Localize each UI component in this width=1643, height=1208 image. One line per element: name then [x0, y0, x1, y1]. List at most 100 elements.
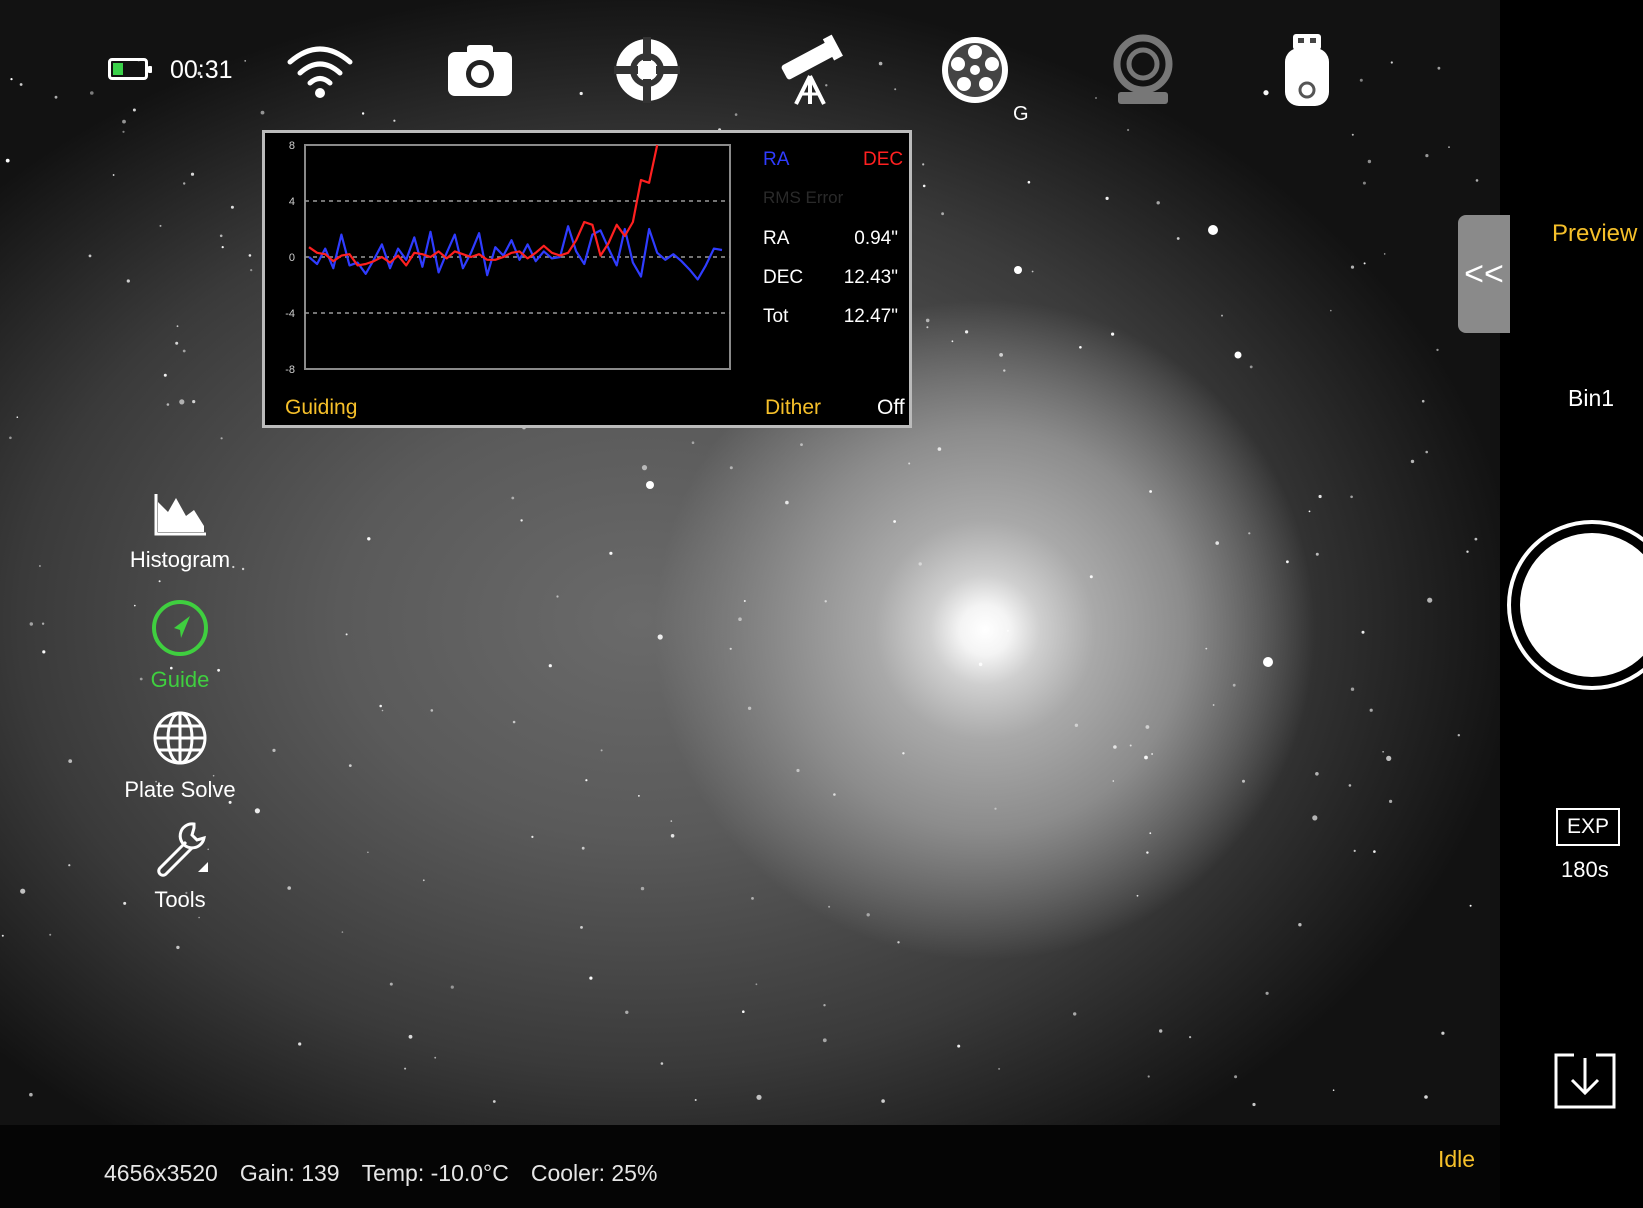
star [893, 520, 896, 523]
star [254, 808, 260, 814]
series-line-dec [308, 144, 659, 267]
star [1147, 1075, 1150, 1078]
guide-label: Guide [150, 667, 210, 692]
usb-storage-icon[interactable] [1262, 20, 1352, 120]
star [1265, 991, 1269, 995]
bright-star [1263, 657, 1273, 667]
star [1105, 196, 1109, 200]
gain-readout: Gain: 139 [239, 1160, 340, 1186]
wifi-icon[interactable] [275, 20, 365, 120]
star [1361, 630, 1365, 634]
star [866, 913, 870, 917]
star [1427, 597, 1433, 603]
star [1436, 348, 1439, 352]
star [367, 537, 371, 541]
star [640, 886, 645, 891]
star [1448, 146, 1450, 149]
star [581, 846, 585, 850]
star [1332, 1089, 1335, 1091]
star [176, 945, 180, 950]
capture-mode-preview[interactable]: Preview [1552, 220, 1637, 248]
star [122, 130, 125, 133]
chevron-double-left-icon: << [1464, 254, 1504, 293]
star [1151, 753, 1153, 755]
star [38, 565, 41, 567]
star [20, 888, 26, 894]
rms-row-dec: DEC 12.43" [763, 267, 898, 289]
histogram-button[interactable]: Histogram [110, 490, 250, 573]
star [691, 441, 695, 445]
star [1129, 744, 1132, 747]
star [1113, 745, 1117, 749]
star [1136, 894, 1139, 897]
wrench-icon [157, 822, 208, 877]
guide-camera-icon[interactable] [1098, 20, 1188, 120]
star [833, 793, 836, 796]
star [248, 254, 252, 257]
star [1089, 575, 1093, 579]
star [1146, 851, 1149, 854]
star [823, 1004, 826, 1007]
telescope-mount-icon[interactable] [765, 20, 855, 120]
dither-label[interactable]: Dither [765, 396, 821, 420]
rms-dec-value: 12.43" [843, 267, 898, 288]
star [1234, 1075, 1238, 1079]
star [367, 851, 369, 854]
star [198, 916, 200, 919]
histogram-icon [154, 494, 206, 536]
star [1330, 309, 1332, 312]
guide-button[interactable]: Guide [110, 598, 250, 693]
star [1221, 314, 1223, 317]
star [341, 931, 344, 933]
star [158, 580, 161, 583]
star [1474, 537, 1478, 541]
binning-selector[interactable]: Bin1 [1568, 385, 1614, 412]
star [1315, 552, 1319, 556]
focus-crosshair-icon[interactable] [602, 20, 692, 120]
star [5, 158, 10, 163]
globe-icon [153, 711, 207, 765]
star [585, 779, 588, 782]
star [925, 318, 930, 323]
star [159, 224, 162, 227]
star [908, 462, 911, 465]
star [694, 1099, 697, 1101]
star [381, 709, 384, 712]
download-icon[interactable] [1552, 1052, 1618, 1110]
star [747, 706, 752, 710]
exposure-label: EXP [1566, 815, 1610, 838]
star [1298, 923, 1302, 927]
star [1348, 784, 1352, 787]
star [190, 172, 195, 176]
star [922, 163, 925, 166]
star [1212, 704, 1215, 706]
star [600, 749, 603, 752]
star [657, 634, 663, 640]
filter-wheel-badge: G [1013, 103, 1029, 125]
star [556, 595, 559, 598]
bright-star [1014, 266, 1022, 274]
star [219, 234, 223, 238]
star [1373, 850, 1376, 853]
star [1031, 270, 1034, 273]
y-tick-label: 8 [289, 140, 295, 152]
star [1145, 725, 1150, 729]
guiding-panel[interactable]: 8 4 0 -4 -8 RA DEC RMS Error RA 0.94" DEC 12… [262, 130, 912, 428]
filter-wheel-icon[interactable] [930, 20, 1020, 120]
star [29, 1092, 33, 1097]
star [1353, 849, 1356, 853]
exposure-button[interactable]: EXP [1556, 808, 1620, 846]
star [345, 633, 348, 636]
star [1350, 495, 1353, 499]
dither-value[interactable]: Off [877, 396, 905, 420]
collapse-panel-tab[interactable]: << [1458, 215, 1510, 333]
star [1252, 1102, 1256, 1107]
tools-button[interactable]: Tools [110, 818, 250, 913]
plate-solve-button[interactable]: Plate Solve [110, 708, 250, 803]
star [743, 600, 746, 602]
star [430, 709, 434, 712]
plate-solve-label: Plate Solve [124, 777, 236, 802]
star [738, 617, 742, 621]
guide-icon [152, 600, 208, 656]
camera-icon[interactable] [435, 20, 525, 120]
